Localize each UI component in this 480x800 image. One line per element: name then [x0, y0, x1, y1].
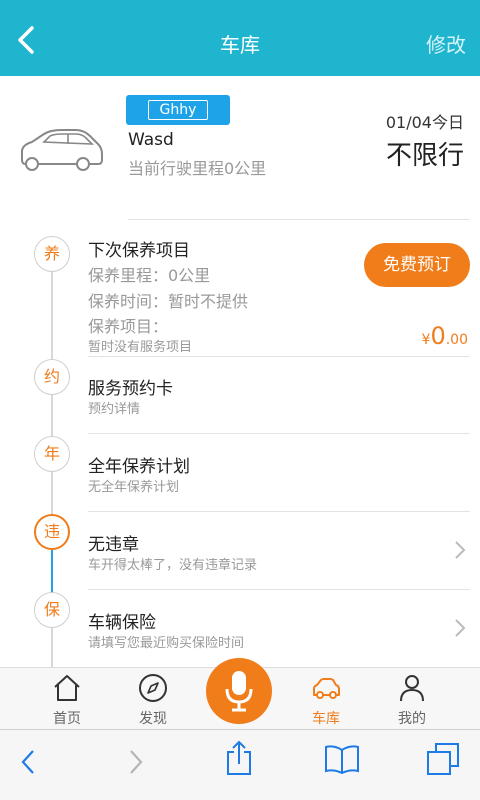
insurance-node: 保 [34, 592, 70, 628]
person-icon [400, 675, 424, 702]
bookmarks-icon[interactable] [324, 744, 360, 774]
insurance-title[interactable]: 车辆保险 [88, 608, 156, 633]
microphone-icon [225, 671, 253, 712]
restriction-status: 不限行 [385, 141, 464, 171]
restriction-date: 01/04今日 [385, 113, 464, 132]
tab-discover-label: 发现 [139, 711, 167, 727]
compass-icon [139, 674, 167, 702]
maintenance-note: 暂时没有服务项目 [88, 340, 193, 355]
maintenance-node: 养 [34, 236, 70, 272]
chevron-right-icon[interactable] [454, 540, 466, 560]
edit-button[interactable]: 修改 [426, 29, 466, 58]
car-icon [313, 678, 340, 699]
maintenance-price: ¥0.00 [422, 322, 468, 350]
browser-back-icon[interactable] [20, 748, 36, 776]
violation-node: 违 [34, 514, 70, 550]
maintenance-items: 保养项目： [88, 317, 169, 336]
share-icon[interactable] [224, 740, 254, 776]
price-decimal: .00 [445, 332, 468, 348]
divider [88, 511, 470, 512]
appointment-title[interactable]: 服务预约卡 [88, 374, 173, 399]
violation-title[interactable]: 无违章 [88, 530, 139, 555]
plate-number: Ghhy [148, 100, 208, 120]
tab-discover[interactable]: 发现 [123, 668, 183, 730]
tab-mine[interactable]: 我的 [382, 668, 442, 730]
tab-home-label: 首页 [53, 711, 81, 727]
license-plate-badge: Ghhy [126, 95, 230, 125]
free-booking-button[interactable]: 免费预订 [364, 243, 470, 287]
appointment-node: 约 [34, 359, 70, 395]
voice-button[interactable] [206, 658, 272, 724]
divider [128, 219, 470, 220]
maintenance-time: 保养时间：暂时不提供 [88, 292, 249, 311]
browser-forward-icon[interactable] [128, 748, 144, 776]
tab-garage[interactable]: 车库 [296, 668, 356, 730]
current-mileage: 当前行驶里程0公里 [128, 159, 267, 178]
app-header: 车库 修改 [0, 0, 480, 76]
appointment-sub: 预约详情 [88, 402, 141, 417]
maintenance-title: 下次保养项目 [88, 241, 190, 261]
tabs-icon[interactable] [426, 742, 460, 776]
chevron-right-icon[interactable] [454, 618, 466, 638]
car-icon [21, 129, 103, 171]
yearly-plan-title[interactable]: 全年保养计划 [88, 452, 190, 477]
violation-sub: 车开得太棒了，没有违章记录 [88, 558, 258, 573]
browser-toolbar [0, 729, 480, 800]
page-title: 车库 [220, 33, 260, 57]
price-integer: 0 [430, 322, 446, 350]
divider [88, 433, 470, 434]
divider [88, 589, 470, 590]
maintenance-mileage: 保养里程：0公里 [88, 266, 211, 285]
insurance-sub: 请填写您最近购买保险时间 [88, 636, 245, 651]
yearly-plan-sub: 无全年保养计划 [88, 480, 180, 495]
home-icon [54, 675, 80, 701]
tab-garage-label: 车库 [312, 711, 340, 727]
tab-mine-label: 我的 [398, 711, 426, 727]
car-name: Wasd [128, 130, 174, 150]
yearly-plan-node: 年 [34, 436, 70, 472]
divider [88, 356, 470, 357]
tab-home[interactable]: 首页 [37, 668, 97, 730]
